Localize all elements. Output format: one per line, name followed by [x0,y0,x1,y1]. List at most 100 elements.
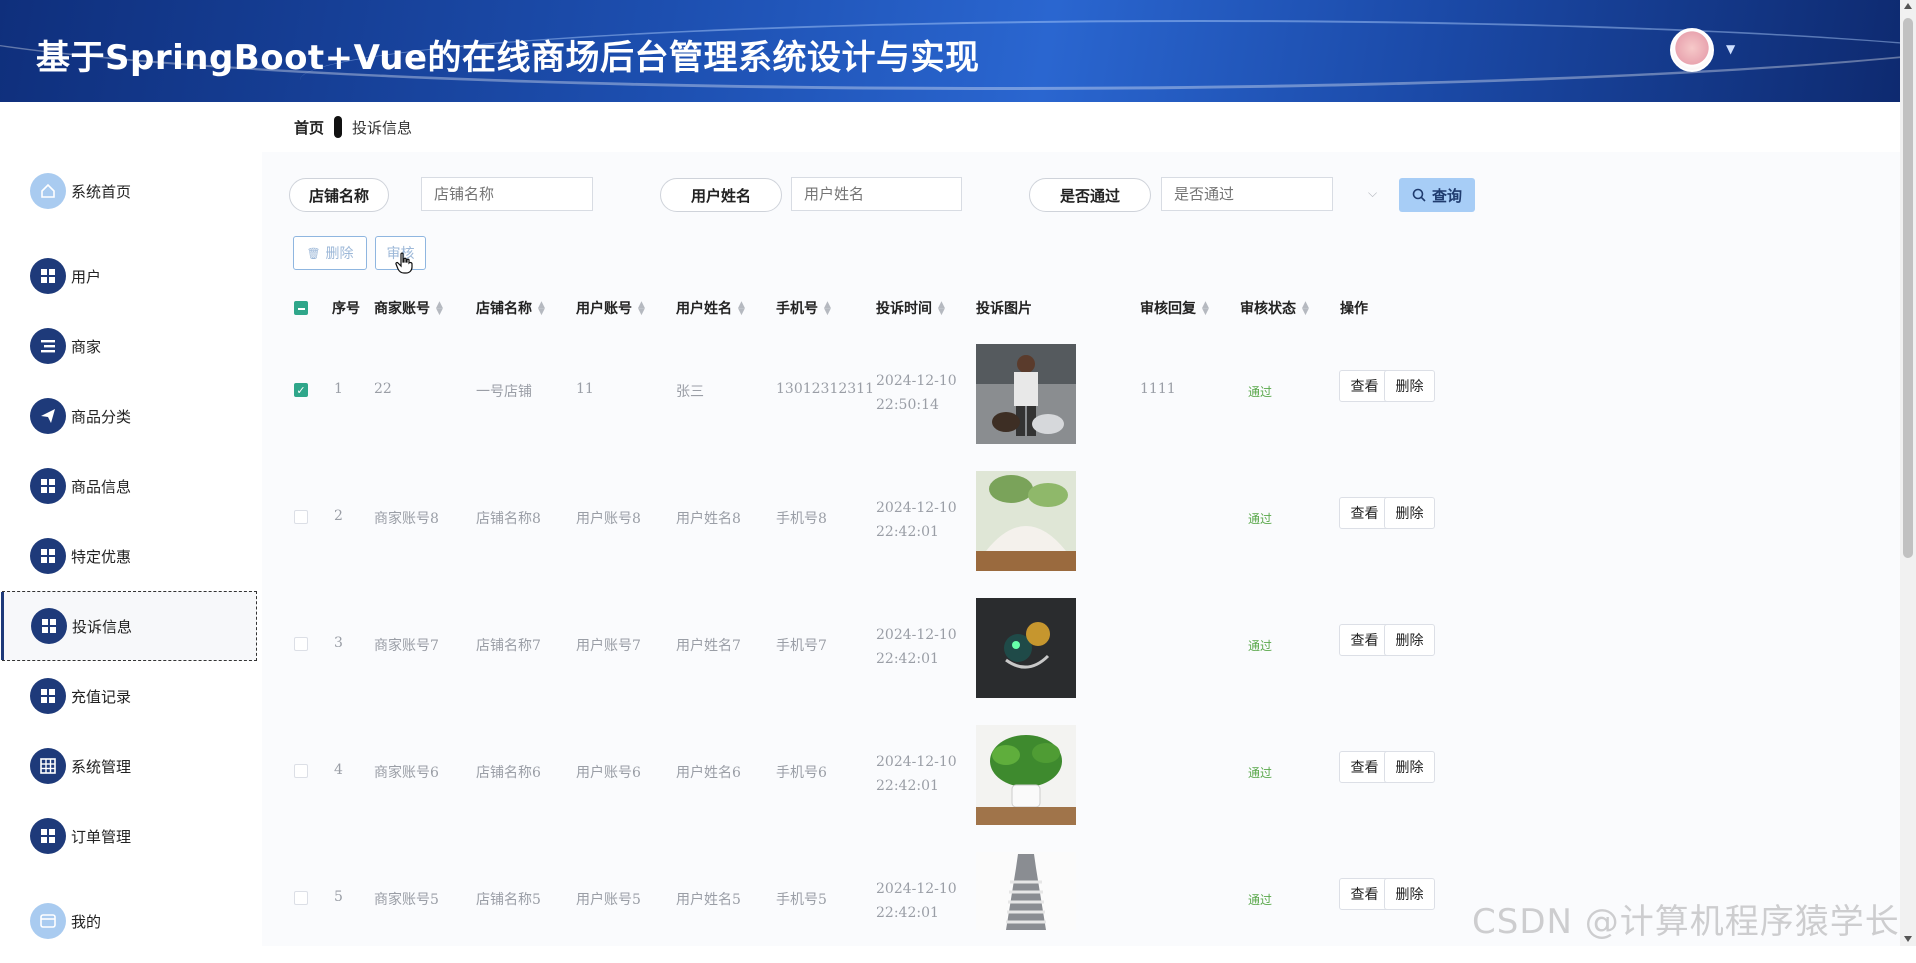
cell-store: 一号店铺 [476,384,532,400]
status-badge: 通过 [1248,512,1273,526]
cell-merchant: 商家账号5 [374,892,439,908]
complaint-image[interactable] [976,344,1076,444]
breadcrumb-home[interactable]: 首页 [294,117,324,138]
sidebar-item-system[interactable]: 系统管理 [2,731,257,801]
home-icon [30,173,66,209]
header-merchant[interactable]: 商家账号 ▲ ▼ [374,298,443,318]
view-button[interactable]: 查看 [1339,497,1390,529]
table-row: ✓ 1 22 一号店铺 11 张三 13012312311 2024-12-10… [278,328,1858,455]
header-status[interactable]: 审核状态 ▲ ▼ [1240,298,1309,318]
cell-store: 店铺名称6 [476,765,541,781]
status-badge: 通过 [1248,766,1273,780]
chevron-down-icon[interactable]: ⌵ [1368,186,1377,201]
delete-button[interactable]: 删除 [1384,751,1435,783]
table-header: 序号 商家账号 ▲ ▼ 店铺名称 ▲ ▼ 用户账号 ▲ ▼ 用户姓名 ▲ ▼ 手机号 ▲ ▼ 投诉时… [278,286,1858,326]
trash-icon: 🗑 [306,246,321,260]
header-index: 序号 [332,301,360,317]
view-button[interactable]: 查看 [1339,624,1390,656]
app-title: 基于SpringBoot+Vue的在线商场后台管理系统设计与实现 [36,38,980,78]
vertical-scrollbar[interactable] [1900,0,1916,946]
header-image: 投诉图片 [976,301,1032,317]
query-button[interactable]: 查询 [1399,178,1475,212]
cell-username: 用户姓名7 [676,638,741,654]
header-action: 操作 [1340,301,1368,317]
table-row: 4 商家账号6 店铺名称6 用户账号6 用户姓名6 手机号6 2024-12-1… [278,709,1858,836]
cell-username: 张三 [676,384,704,400]
scroll-up-icon[interactable] [1904,3,1912,9]
complaint-image[interactable] [976,598,1076,698]
main-content: 店铺名称 用户姓名 是否通过 ⌵ 查询 🗑 删除 审核 序号 商家账号▲▼ 店铺… [262,152,1900,946]
row-checkbox[interactable] [294,891,308,905]
pass-status-select[interactable] [1161,177,1333,211]
status-badge: 通过 [1248,385,1273,399]
grid-icon [30,538,66,574]
breadcrumb-current: 投诉信息 [352,118,413,137]
user-name-input[interactable] [791,177,962,211]
cursor-hand-icon [395,252,413,274]
header-reply[interactable]: 审核回复 ▲ ▼ [1140,298,1209,318]
cell-store: 店铺名称8 [476,511,541,527]
cell-time: 2024-12-10 22:42:01 [876,754,957,794]
row-checkbox[interactable]: ✓ [294,383,308,397]
sidebar-item-home[interactable]: 系统首页 [2,156,257,226]
view-button[interactable]: 查看 [1339,878,1390,910]
complaint-image[interactable] [976,852,1076,930]
avatar[interactable] [1670,28,1714,72]
sidebar-item-recharge[interactable]: 充值记录 [2,661,257,731]
watermark: CSDN @计算机程序猿学长 [1472,902,1900,942]
sidebar-item-categories[interactable]: 商品分类 [2,381,257,451]
cell-merchant: 22 [374,381,392,397]
batch-delete-button[interactable]: 🗑 删除 [293,236,367,270]
select-all-checkbox[interactable] [294,301,308,315]
sidebar-item-label: 系统管理 [71,757,132,776]
header-username[interactable]: 用户姓名 ▲ ▼ [676,298,745,318]
user-name-label: 用户姓名 [660,178,782,212]
header-account[interactable]: 用户账号 ▲ ▼ [576,298,645,318]
cell-account: 11 [576,381,594,397]
pass-status-label: 是否通过 [1029,178,1151,212]
delete-button[interactable]: 删除 [1384,624,1435,656]
list-icon [30,328,66,364]
cell-index: 5 [334,889,343,905]
delete-button[interactable]: 删除 [1384,878,1435,910]
view-button[interactable]: 查看 [1339,370,1390,402]
sidebar-item-merchants[interactable]: 商家 [2,311,257,381]
scroll-down-icon[interactable] [1904,936,1912,942]
cell-time: 2024-12-10 22:50:14 [876,373,957,413]
query-button-label: 查询 [1431,186,1462,205]
row-checkbox[interactable] [294,764,308,778]
store-name-input[interactable] [421,177,593,211]
sidebar-item-products[interactable]: 商品信息 [2,451,257,521]
complaint-image[interactable] [976,725,1076,825]
cell-phone: 13012312311 [776,381,874,397]
row-checkbox[interactable] [294,637,308,651]
sidebar-item-label: 投诉信息 [72,617,133,636]
sidebar-item-label: 订单管理 [71,827,132,846]
sidebar-item-label: 商品分类 [71,407,132,426]
grid-icon [31,608,67,644]
sidebar-item-discounts[interactable]: 特定优惠 [2,521,257,591]
cell-username: 用户姓名8 [676,511,741,527]
delete-button[interactable]: 删除 [1384,370,1435,402]
delete-button[interactable]: 删除 [1384,497,1435,529]
sidebar-item-users[interactable]: 用户 [2,241,257,311]
row-checkbox[interactable] [294,510,308,524]
complaint-image[interactable] [976,471,1076,571]
scrollbar-thumb[interactable] [1903,18,1913,558]
sidebar-item-orders[interactable]: 订单管理 [2,801,257,871]
view-button[interactable]: 查看 [1339,751,1390,783]
cell-reply: 1111 [1140,381,1176,397]
store-name-label: 店铺名称 [289,178,389,212]
sidebar-item-complaints[interactable]: 投诉信息 [1,591,257,661]
header-phone[interactable]: 手机号 ▲ ▼ [776,298,831,318]
header-store[interactable]: 店铺名称 ▲ ▼ [476,298,545,318]
cell-phone: 手机号6 [776,765,827,781]
cell-time: 2024-12-10 22:42:01 [876,500,957,540]
header-time[interactable]: 投诉时间 ▲ ▼ [876,298,945,318]
chevron-down-icon[interactable]: ▼ [1726,42,1735,56]
table-icon [30,748,66,784]
breadcrumb: 首页 投诉信息 [294,116,412,138]
status-badge: 通过 [1248,639,1273,653]
cell-account: 用户账号7 [576,638,641,654]
cell-username: 用户姓名6 [676,765,741,781]
